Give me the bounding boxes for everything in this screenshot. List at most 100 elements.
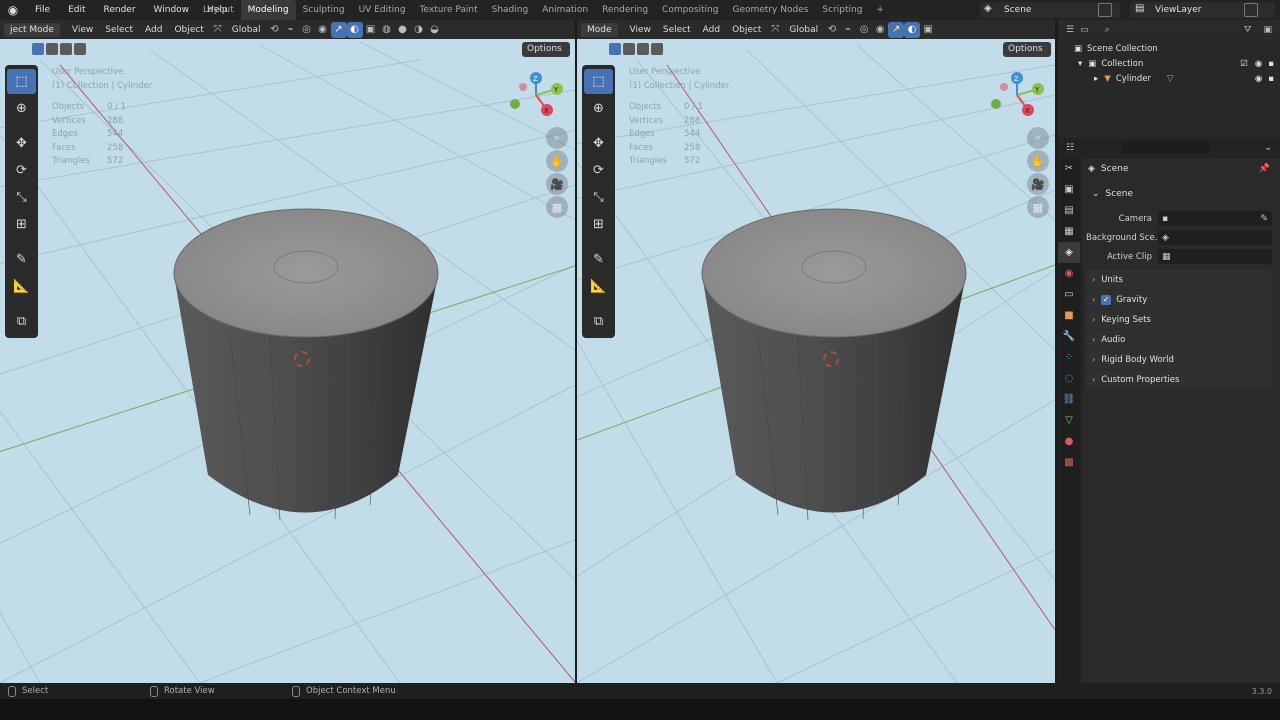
select-mode-new-icon[interactable] [609, 43, 621, 55]
scene-tab-icon[interactable]: ◈ [1058, 242, 1080, 263]
menu-view[interactable]: View [66, 25, 99, 35]
viewport-right[interactable]: Mode View Select Add Object ⤧ Global ⟲ ⌁… [577, 20, 1055, 683]
camera-field[interactable]: ▪ ✎ [1158, 211, 1272, 226]
select-mode-subtract-icon[interactable] [637, 43, 649, 55]
navigation-gizmo-right[interactable]: Z Y X [987, 70, 1047, 120]
perspective-toggle-icon[interactable]: ▦ [546, 196, 568, 218]
gravity-checkbox[interactable]: ✓ [1101, 294, 1112, 305]
menu-file[interactable]: File [26, 0, 59, 20]
3d-cursor-icon[interactable] [823, 351, 839, 367]
eye-icon[interactable]: ◉ [1255, 74, 1262, 84]
pin-icon[interactable]: 📌 [1259, 164, 1270, 174]
3d-cursor-icon[interactable] [294, 351, 310, 367]
camera-render-icon[interactable]: ▪ [1268, 74, 1274, 84]
xray-icon[interactable]: ▣ [363, 22, 379, 38]
pivot-icon[interactable]: ⟲ [824, 22, 840, 38]
particles-tab-icon[interactable]: ⁘ [1058, 347, 1080, 368]
units-panel[interactable]: › Units [1086, 270, 1272, 289]
menu-select[interactable]: Select [657, 25, 697, 35]
tab-modeling[interactable]: Modeling [240, 0, 296, 20]
overlay-icon[interactable]: ◐ [904, 21, 921, 38]
tab-compositing[interactable]: Compositing [655, 0, 725, 20]
collection-tab-icon[interactable]: ▭ [1058, 284, 1080, 305]
material-tab-icon[interactable]: ● [1058, 431, 1080, 452]
menu-object[interactable]: Object [726, 25, 767, 35]
move-tool-icon[interactable]: ✥ [584, 131, 613, 156]
snap-icon[interactable]: ⌁ [283, 22, 299, 38]
navigation-gizmo-left[interactable]: Z Y X [506, 70, 566, 120]
camera-view-icon[interactable]: 🎥 [1027, 173, 1049, 195]
tab-layout[interactable]: Layout [196, 0, 241, 20]
select-mode-intersect-icon[interactable] [74, 43, 86, 55]
new-scene-icon[interactable] [1098, 3, 1112, 17]
zoom-icon[interactable]: ⌕ [546, 127, 568, 149]
custom-properties-panel[interactable]: › Custom Properties [1086, 370, 1272, 389]
rotate-tool-icon[interactable]: ⟳ [584, 158, 613, 183]
proportional-edit-icon[interactable]: ◎ [299, 22, 315, 38]
cursor-tool-icon[interactable]: ⊕ [584, 96, 613, 121]
menu-render[interactable]: Render [95, 0, 145, 20]
tool-tab-icon[interactable]: ✂ [1058, 158, 1080, 179]
orientation-dropdown[interactable]: Global [226, 25, 267, 35]
pivot-icon[interactable]: ⟲ [267, 22, 283, 38]
overlay-icon[interactable]: ◐ [346, 21, 363, 38]
modifier-tab-icon[interactable]: 🔧 [1058, 326, 1080, 347]
editor-type-icon[interactable]: ☷ [1066, 143, 1074, 153]
expand-arrow-icon[interactable]: ▸ [1094, 74, 1098, 84]
blender-logo-icon[interactable]: ◉ [0, 0, 26, 20]
menu-view[interactable]: View [624, 25, 657, 35]
menu-object[interactable]: Object [168, 25, 209, 35]
search-icon[interactable]: ⌕ [1105, 25, 1110, 35]
view-layer-tab-icon[interactable]: ▦ [1058, 221, 1080, 242]
output-tab-icon[interactable]: ▤ [1058, 200, 1080, 221]
perspective-toggle-icon[interactable]: ▦ [1027, 196, 1049, 218]
object-tab-icon[interactable]: ■ [1058, 305, 1080, 326]
mode-selector[interactable]: Mode [581, 22, 618, 37]
rigid-body-world-panel[interactable]: › Rigid Body World [1086, 350, 1272, 369]
transform-orientation-icon[interactable]: ⤧ [210, 22, 226, 38]
xray-icon[interactable]: ▣ [920, 22, 936, 38]
transform-orientation-icon[interactable]: ⤧ [767, 22, 783, 38]
menu-select[interactable]: Select [99, 25, 139, 35]
annotate-tool-icon[interactable]: ✎ [7, 247, 36, 272]
select-mode-new-icon[interactable] [32, 43, 44, 55]
render-tab-icon[interactable]: ▣ [1058, 179, 1080, 200]
rendered-shading-icon[interactable]: ◒ [427, 22, 443, 38]
active-clip-field[interactable]: ▦ [1158, 249, 1272, 264]
material-shading-icon[interactable]: ◑ [411, 22, 427, 38]
transform-tool-icon[interactable]: ⊞ [7, 212, 36, 237]
menu-add[interactable]: Add [139, 25, 168, 35]
orientation-dropdown[interactable]: Global [783, 25, 824, 35]
tab-geometry-nodes[interactable]: Geometry Nodes [725, 0, 815, 20]
camera-render-icon[interactable]: ▪ [1268, 59, 1274, 69]
display-mode-icon[interactable]: ▭ [1080, 25, 1089, 35]
zoom-icon[interactable]: ⌕ [1027, 127, 1049, 149]
select-mode-subtract-icon[interactable] [60, 43, 72, 55]
select-mode-extend-icon[interactable] [623, 43, 635, 55]
select-box-tool-icon[interactable]: ⬚ [7, 69, 36, 94]
tab-texture-paint[interactable]: Texture Paint [413, 0, 485, 20]
editor-type-icon[interactable]: ☰ [1066, 25, 1074, 35]
menu-window[interactable]: Window [145, 0, 199, 20]
outliner-row-scene-collection[interactable]: ▣ Scene Collection [1058, 41, 1280, 56]
background-scene-field[interactable]: ◈ [1158, 230, 1272, 245]
scale-tool-icon[interactable]: ⤡ [584, 185, 613, 210]
exclude-checkbox-icon[interactable]: ☑ [1240, 59, 1248, 69]
visibility-icon[interactable]: ◉ [315, 22, 331, 38]
select-box-tool-icon[interactable]: ⬚ [584, 69, 613, 94]
tab-shading[interactable]: Shading [485, 0, 536, 20]
eyedropper-icon[interactable]: ✎ [1260, 214, 1268, 224]
tab-rendering[interactable]: Rendering [595, 0, 655, 20]
mesh-data-icon[interactable]: ▽ [1167, 74, 1174, 84]
chevron-down-icon[interactable]: ⌄ [1264, 143, 1272, 153]
rotate-tool-icon[interactable]: ⟳ [7, 158, 36, 183]
mode-selector[interactable]: ject Mode [4, 22, 60, 37]
world-tab-icon[interactable]: ◉ [1058, 263, 1080, 284]
filter-icon[interactable]: ⛛ [1244, 25, 1252, 35]
solid-shading-icon[interactable]: ● [395, 22, 411, 38]
wireframe-shading-icon[interactable]: ◍ [379, 22, 395, 38]
physics-tab-icon[interactable]: ◌ [1058, 368, 1080, 389]
tab-sculpting[interactable]: Sculpting [296, 0, 352, 20]
pan-icon[interactable]: ✋ [1027, 150, 1049, 172]
tab-uv-editing[interactable]: UV Editing [352, 0, 413, 20]
